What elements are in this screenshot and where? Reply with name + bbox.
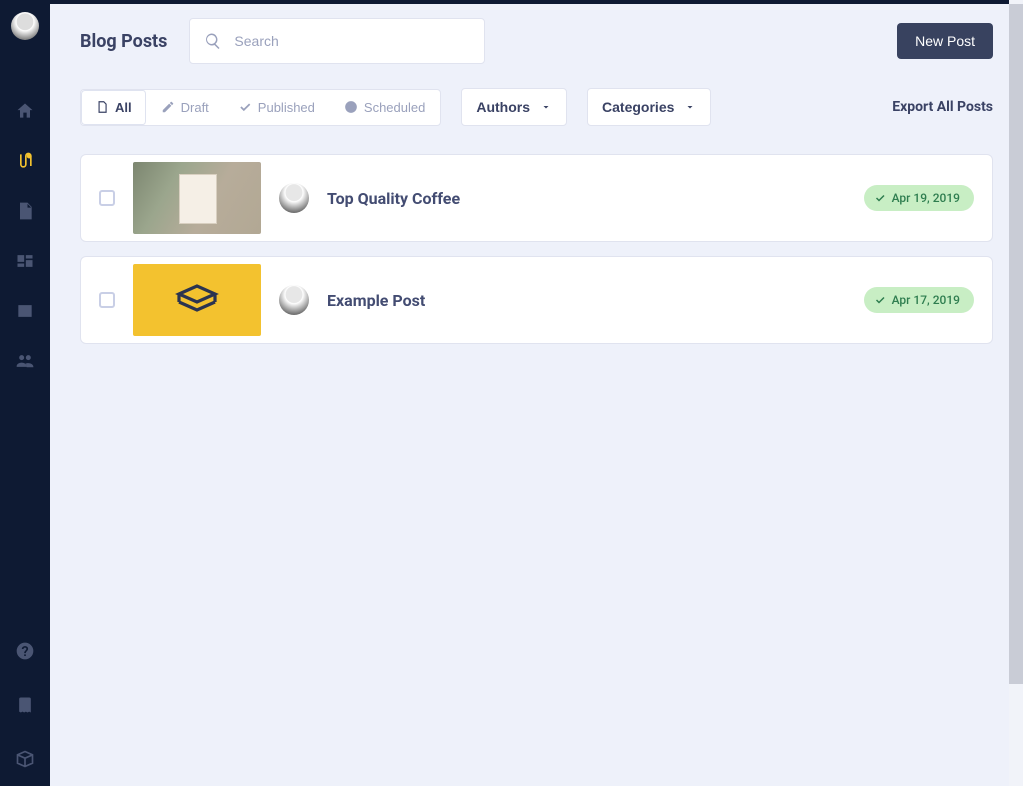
authors-dropdown[interactable]: Authors: [461, 88, 567, 126]
filter-draft-label: Draft: [181, 100, 209, 115]
search-icon: [204, 32, 222, 50]
posts-list: Top Quality Coffee Apr 19, 2019 Example …: [50, 154, 1023, 344]
check-icon: [874, 192, 886, 204]
filter-scheduled-label: Scheduled: [364, 100, 425, 115]
filter-group: All Draft Published Scheduled: [80, 89, 441, 126]
post-checkbox[interactable]: [99, 292, 115, 308]
page-title: Blog Posts: [80, 31, 167, 52]
filter-all-label: All: [115, 100, 132, 115]
home-icon[interactable]: [14, 100, 36, 122]
categories-label: Categories: [602, 99, 674, 115]
image-placeholder-icon: [173, 276, 221, 324]
clock-icon: [344, 100, 358, 114]
blog-icon[interactable]: [14, 150, 36, 172]
post-checkbox[interactable]: [99, 190, 115, 206]
filter-scheduled[interactable]: Scheduled: [330, 90, 440, 125]
check-icon: [874, 294, 886, 306]
scrollbar-thumb[interactable]: [1009, 4, 1023, 684]
filter-draft[interactable]: Draft: [147, 90, 224, 125]
help-icon[interactable]: [14, 640, 36, 662]
post-author-avatar[interactable]: [279, 285, 309, 315]
user-avatar[interactable]: [11, 12, 39, 40]
pencil-icon: [161, 100, 175, 114]
items-icon[interactable]: [14, 250, 36, 272]
authors-label: Authors: [476, 99, 530, 115]
check-icon: [238, 100, 252, 114]
book-icon[interactable]: [14, 694, 36, 716]
box-icon[interactable]: [14, 748, 36, 770]
post-status-badge: Apr 19, 2019: [864, 185, 974, 211]
sidebar: [0, 0, 50, 786]
categories-dropdown[interactable]: Categories: [587, 88, 711, 126]
post-title[interactable]: Example Post: [327, 291, 425, 310]
post-thumbnail[interactable]: [133, 264, 261, 336]
post-title[interactable]: Top Quality Coffee: [327, 189, 460, 208]
search-input[interactable]: [234, 33, 470, 49]
post-row[interactable]: Example Post Apr 17, 2019: [80, 256, 993, 344]
search-box[interactable]: [189, 18, 485, 64]
media-icon[interactable]: [14, 300, 36, 322]
users-icon[interactable]: [14, 350, 36, 372]
filter-published[interactable]: Published: [224, 90, 330, 125]
sidebar-nav-top: [14, 100, 36, 372]
post-author-avatar[interactable]: [279, 183, 309, 213]
chevron-down-icon: [540, 101, 552, 113]
file-icon: [95, 100, 109, 114]
export-all-posts[interactable]: Export All Posts: [892, 99, 993, 115]
filter-all[interactable]: All: [81, 90, 147, 125]
header: Blog Posts New Post: [50, 4, 1023, 88]
sidebar-nav-bottom: [14, 640, 36, 770]
post-status-badge: Apr 17, 2019: [864, 287, 974, 313]
post-row[interactable]: Top Quality Coffee Apr 19, 2019: [80, 154, 993, 242]
toolbar: All Draft Published Scheduled Authors Ca…: [50, 88, 1023, 154]
post-date: Apr 17, 2019: [892, 293, 960, 307]
chevron-down-icon: [684, 101, 696, 113]
main-content: Blog Posts New Post All Draft Published …: [50, 0, 1023, 786]
post-date: Apr 19, 2019: [892, 191, 960, 205]
pages-icon[interactable]: [14, 200, 36, 222]
post-thumbnail[interactable]: [133, 162, 261, 234]
filter-published-label: Published: [258, 100, 315, 115]
new-post-button[interactable]: New Post: [897, 23, 993, 59]
